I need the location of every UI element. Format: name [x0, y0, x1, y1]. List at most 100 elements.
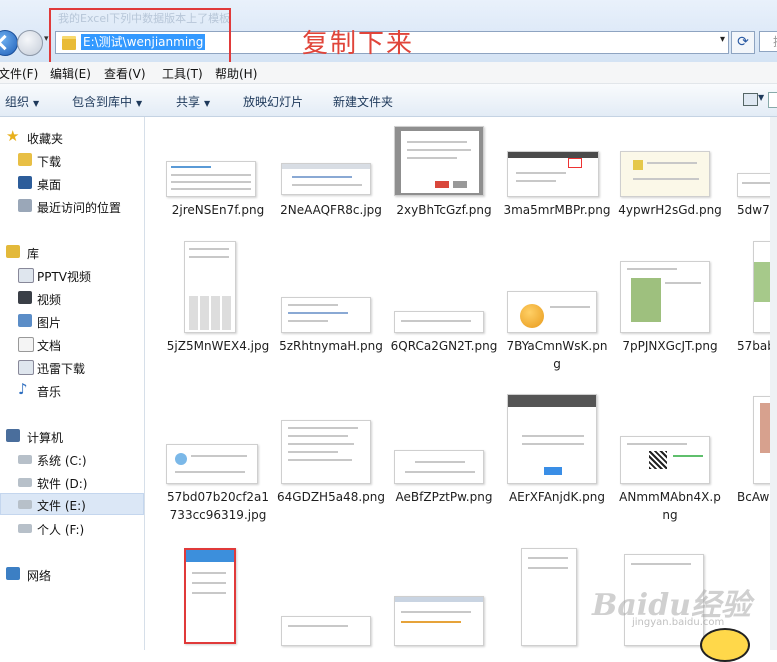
annotation-text: 复制下来 [302, 29, 415, 59]
desktop-icon [18, 176, 32, 189]
organize-button[interactable]: 组织 ▼ [5, 93, 39, 110]
slideshow-button[interactable]: 放映幻灯片 [243, 93, 303, 110]
download-library-icon [18, 360, 34, 375]
search-input[interactable]: 搜 [759, 31, 777, 52]
navigation-pane: ★ 收藏夹 下载 桌面 最近访问的位置 库 PPTV视频 视频 图片 文档 迅雷… [0, 117, 145, 650]
history-dropdown-icon[interactable]: ▾ [44, 34, 49, 44]
file-thumbnail [281, 420, 371, 484]
file-name: 4ypwrH2sGd.png [618, 203, 722, 217]
drive-icon [18, 500, 32, 509]
nav-libraries[interactable]: 库 [0, 241, 144, 263]
nav-item-pictures[interactable]: 图片 [0, 310, 144, 332]
view-options-dropdown-icon[interactable]: ▼ [758, 93, 764, 102]
drive-icon [18, 478, 32, 487]
file-name: 5jZ5MnWEX4.jpg [166, 339, 270, 353]
include-library-label: 包含到库中 [72, 95, 133, 109]
view-options-icon[interactable] [743, 93, 758, 106]
nav-network[interactable]: 网络 [0, 563, 144, 585]
computer-icon [6, 429, 20, 442]
nav-item-label: 桌面 [37, 178, 62, 192]
file-thumbnail [507, 394, 597, 484]
preview-pane-button[interactable] [768, 92, 777, 108]
drive-icon [18, 524, 32, 533]
file-thumbnail [184, 241, 236, 333]
file-name: 5zRhtnymaH.png [279, 339, 383, 353]
nav-item-label: 视频 [37, 293, 62, 307]
vertical-scrollbar[interactable] [770, 117, 777, 650]
menu-bar: 文件(F) 编辑(E) 查看(V) 工具(T) 帮助(H) [0, 62, 777, 84]
nav-item-label: 音乐 [37, 385, 62, 399]
nav-item-documents[interactable]: 文档 [0, 333, 144, 355]
documents-icon [18, 337, 34, 352]
nav-item-music[interactable]: ♪ 音乐 [0, 379, 144, 401]
nav-favorites[interactable]: ★ 收藏夹 [0, 126, 144, 148]
include-library-button[interactable]: 包含到库中 ▼ [72, 93, 142, 110]
download-folder-icon [18, 153, 32, 166]
menu-view[interactable]: 查看(V) [104, 65, 146, 82]
file-name: AeBfZPztPw.png [395, 490, 493, 504]
nav-item-label: 系统 (C:) [37, 454, 87, 468]
file-thumbnail [507, 151, 599, 197]
address-dropdown-icon[interactable]: ▾ [720, 34, 725, 45]
file-name: 3ma5mrMBPr.png [503, 203, 611, 217]
share-button[interactable]: 共享 ▼ [176, 93, 210, 110]
file-name: 2NeAAQFR8c.jpg [280, 203, 382, 217]
file-thumbnail [521, 548, 577, 646]
menu-tools[interactable]: 工具(T) [162, 65, 203, 82]
nav-item-drive-e[interactable]: 文件 (E:) [0, 493, 144, 515]
file-thumbnail [281, 616, 371, 646]
back-button[interactable] [0, 30, 18, 56]
nav-computer[interactable]: 计算机 [0, 425, 144, 447]
new-folder-button[interactable]: 新建文件夹 [333, 93, 393, 110]
star-icon: ★ [6, 127, 20, 145]
file-thumbnail [620, 151, 710, 197]
network-icon [6, 567, 20, 580]
file-thumbnail [394, 311, 484, 333]
nav-item-label: 个人 (F:) [37, 523, 85, 537]
file-name: 64GDZH5a48.png [277, 490, 385, 504]
pictures-icon [18, 314, 32, 327]
file-name: 2jreNSEn7f.png [171, 203, 265, 217]
file-thumbnail [281, 297, 371, 333]
nav-item-drive-d[interactable]: 软件 (D:) [0, 471, 144, 493]
file-thumbnail [507, 291, 597, 333]
nav-libraries-label: 库 [27, 247, 40, 261]
file-thumbnail [394, 450, 484, 484]
baidu-watermark-url: jingyan.baidu.com [632, 617, 725, 628]
menu-help[interactable]: 帮助(H) [215, 65, 257, 82]
nav-item-pptv[interactable]: PPTV视频 [0, 264, 144, 286]
nav-item-downloads[interactable]: 下载 [0, 149, 144, 171]
file-name: 2xyBhTcGzf.png [396, 203, 492, 217]
command-bar: 组织 ▼ 包含到库中 ▼ 共享 ▼ 放映幻灯片 新建文件夹 ▼ [0, 84, 777, 117]
nav-network-label: 网络 [27, 569, 52, 583]
file-name: 57bd07b20cf2a1733cc96319.jpg [166, 490, 270, 522]
chevron-down-icon: ▼ [136, 99, 143, 108]
file-thumbnail [394, 126, 484, 196]
nav-item-drive-c[interactable]: 系统 (C:) [0, 448, 144, 470]
chevron-down-icon: ▼ [204, 99, 211, 108]
file-thumbnail [620, 261, 710, 333]
share-label: 共享 [176, 95, 201, 109]
file-name: AErXFAnjdK.png [508, 490, 606, 504]
menu-file[interactable]: 文件(F) [0, 65, 38, 82]
file-list: 2jreNSEn7f.png 2NeAAQFR8c.jpg 2xyBhTcGzf… [145, 117, 777, 650]
nav-item-desktop[interactable]: 桌面 [0, 172, 144, 194]
music-icon: ♪ [18, 380, 28, 398]
file-thumbnail [281, 163, 371, 195]
nav-favorites-label: 收藏夹 [27, 132, 64, 146]
nav-item-thunder[interactable]: 迅雷下载 [0, 356, 144, 378]
library-icon [6, 245, 20, 258]
nav-item-recent[interactable]: 最近访问的位置 [0, 195, 144, 217]
address-area: 我的Excel下列中数据版本上了模板 ▾ E:\测试\wenjianming ▾… [0, 0, 777, 64]
nav-item-videos[interactable]: 视频 [0, 287, 144, 309]
file-thumbnail [184, 548, 236, 644]
forward-button[interactable] [17, 30, 43, 56]
video-library-icon [18, 268, 34, 283]
nav-item-drive-f[interactable]: 个人 (F:) [0, 517, 144, 539]
menu-edit[interactable]: 编辑(E) [50, 65, 91, 82]
organize-label: 组织 [5, 95, 30, 109]
chevron-down-icon: ▼ [33, 99, 40, 108]
nav-item-label: 迅雷下载 [37, 362, 86, 376]
refresh-button[interactable]: ⟳ [731, 31, 755, 54]
file-thumbnail [166, 161, 256, 197]
